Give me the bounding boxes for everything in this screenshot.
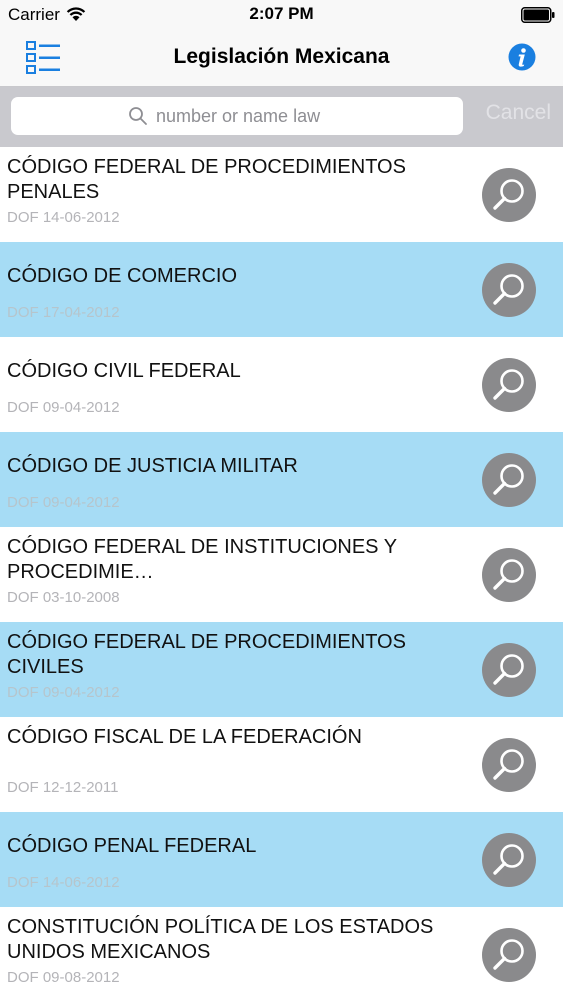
search-input[interactable] xyxy=(156,105,346,127)
battery-icon xyxy=(521,7,555,23)
law-title: CÓDIGO FEDERAL DE INSTITUCIONES Y PROCED… xyxy=(7,536,397,583)
law-date: DOF 09-04-2012 xyxy=(7,684,120,701)
law-title: CONSTITUCIÓN POLÍTICA DE LOS ESTADOS UNI… xyxy=(7,916,434,963)
law-row[interactable]: CÓDIGO FEDERAL DE INSTITUCIONES Y PROCED… xyxy=(0,527,563,622)
view-law-button[interactable] xyxy=(482,168,536,222)
magnifier-icon xyxy=(493,179,524,210)
cancel-button[interactable]: Cancel xyxy=(486,101,551,125)
law-title: CÓDIGO DE COMERCIO xyxy=(7,265,238,287)
info-icon xyxy=(508,43,536,71)
view-law-button[interactable] xyxy=(482,263,536,317)
law-row[interactable]: CÓDIGO FISCAL DE LA FEDERACIÓN DOF 12-12… xyxy=(0,717,563,812)
view-law-button[interactable] xyxy=(482,453,536,507)
magnifier-icon xyxy=(493,274,524,305)
magnifier-icon xyxy=(493,844,524,875)
view-law-button[interactable] xyxy=(482,738,536,792)
law-row[interactable]: CÓDIGO FEDERAL DE PROCEDIMIENTOS CIVILES… xyxy=(0,622,563,717)
page-title: Legislación Mexicana xyxy=(173,45,390,68)
view-law-button[interactable] xyxy=(482,833,536,887)
view-law-button[interactable] xyxy=(482,928,536,982)
law-row[interactable]: CONSTITUCIÓN POLÍTICA DE LOS ESTADOS UNI… xyxy=(0,907,563,1000)
law-row[interactable]: CÓDIGO CIVIL FEDERAL DOF 09-04-2012 xyxy=(0,337,563,432)
navigation-bar: Legislación Mexicana xyxy=(0,30,563,87)
search-bar: Cancel xyxy=(0,87,563,147)
law-date: DOF 17-04-2012 xyxy=(7,304,120,321)
magnifier-icon xyxy=(493,654,524,685)
info-button[interactable] xyxy=(507,42,537,72)
law-list: CÓDIGO FEDERAL DE PROCEDIMIENTOS PENALES… xyxy=(0,147,563,1000)
app-screen: Carrier 2:07 PM Legislación Mexicana num… xyxy=(0,0,563,1000)
view-law-button[interactable] xyxy=(482,358,536,412)
law-date: DOF 03-10-2008 xyxy=(7,589,120,606)
law-date: DOF 14-06-2012 xyxy=(7,874,120,891)
law-date: DOF 09-04-2012 xyxy=(7,399,120,416)
law-date: DOF 14-06-2012 xyxy=(7,209,120,226)
law-title: CÓDIGO FEDERAL DE PROCEDIMIENTOS CIVILES xyxy=(7,631,406,678)
law-row[interactable]: CÓDIGO DE JUSTICIA MILITAR DOF 09-04-201… xyxy=(0,432,563,527)
law-title: CÓDIGO PENAL FEDERAL xyxy=(7,835,257,857)
law-row[interactable]: CÓDIGO FEDERAL DE PROCEDIMIENTOS PENALES… xyxy=(0,147,563,242)
law-row[interactable]: CÓDIGO PENAL FEDERAL DOF 14-06-2012 xyxy=(0,812,563,907)
law-row[interactable]: CÓDIGO DE COMERCIO DOF 17-04-2012 xyxy=(0,242,563,337)
status-bar: Carrier 2:07 PM xyxy=(0,0,563,30)
law-date: DOF 09-04-2012 xyxy=(7,494,120,511)
law-title: CÓDIGO DE JUSTICIA MILITAR xyxy=(7,455,298,477)
law-date: DOF 12-12-2011 xyxy=(7,779,119,796)
magnifier-icon xyxy=(493,939,524,970)
magnifier-icon xyxy=(493,369,524,400)
law-title: CÓDIGO FISCAL DE LA FEDERACIÓN xyxy=(7,726,362,748)
law-date: DOF 09-08-2012 xyxy=(7,969,120,986)
clock-label: 2:07 PM xyxy=(249,4,314,23)
view-law-button[interactable] xyxy=(482,548,536,602)
search-field[interactable] xyxy=(11,97,463,135)
law-title: CÓDIGO CIVIL FEDERAL xyxy=(7,360,241,382)
search-icon xyxy=(129,107,147,125)
view-law-button[interactable] xyxy=(482,643,536,697)
magnifier-icon xyxy=(493,559,524,590)
magnifier-icon xyxy=(493,749,524,780)
magnifier-icon xyxy=(493,464,524,495)
law-title: CÓDIGO FEDERAL DE PROCEDIMIENTOS PENALES xyxy=(7,156,406,203)
